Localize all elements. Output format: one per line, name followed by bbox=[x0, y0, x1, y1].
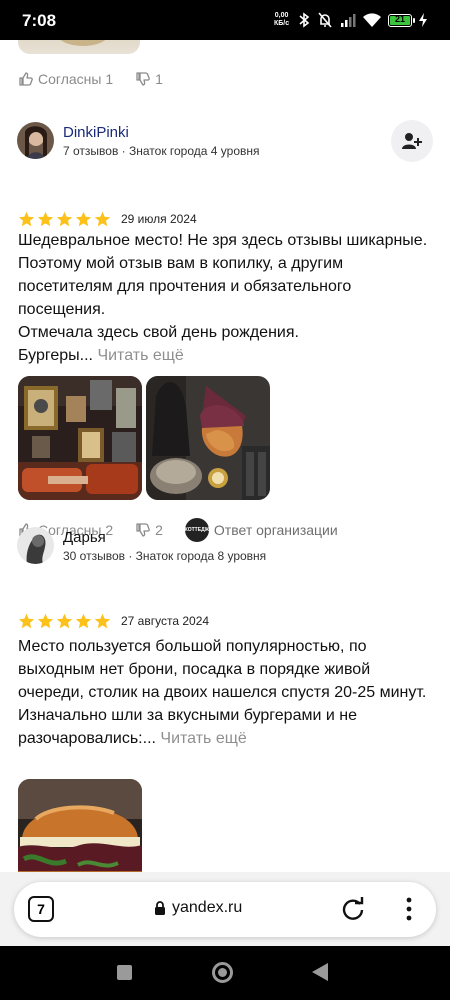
author-name[interactable]: Дарья bbox=[63, 529, 106, 546]
rating-stars: 29 июля 2024 bbox=[18, 211, 197, 227]
reload-icon[interactable] bbox=[340, 896, 366, 922]
signal-icon bbox=[341, 14, 356, 27]
interior-paintings-photo bbox=[18, 376, 142, 500]
url-field[interactable]: yandex.ru bbox=[154, 899, 242, 917]
recents-icon[interactable] bbox=[117, 965, 132, 980]
review-text[interactable]: Шедевральное место! Не зря здесь отзывы … bbox=[18, 229, 438, 367]
home-icon[interactable] bbox=[212, 962, 233, 983]
charging-icon bbox=[419, 13, 427, 27]
star-icon bbox=[37, 613, 54, 629]
star-icon bbox=[37, 211, 54, 227]
bluetooth-icon bbox=[299, 12, 310, 28]
read-more-link[interactable]: Читать ещё bbox=[160, 730, 246, 747]
review-photo[interactable] bbox=[18, 376, 142, 500]
burger-photo bbox=[18, 779, 142, 872]
org-logo: КОТТЕДЖ bbox=[184, 518, 209, 542]
address-bar[interactable]: 7 yandex.ru bbox=[14, 882, 436, 937]
star-icon bbox=[75, 211, 92, 227]
star-icon bbox=[94, 211, 111, 227]
review-photo[interactable] bbox=[18, 779, 142, 872]
reviews-feed[interactable]: Согласны 1 1 DinkiPinki 7 отзывов · Знат… bbox=[0, 40, 450, 872]
add-user-icon bbox=[402, 133, 422, 149]
review-date: 29 июля 2024 bbox=[121, 212, 197, 226]
clock: 7:08 bbox=[22, 11, 57, 30]
star-icon bbox=[18, 211, 35, 227]
dislike-button[interactable]: 1 bbox=[135, 71, 163, 87]
star-icon bbox=[94, 613, 111, 629]
read-more-link[interactable]: Читать ещё bbox=[97, 347, 183, 364]
subscribe-button[interactable] bbox=[391, 120, 433, 162]
agree-button[interactable]: Согласны 1 bbox=[18, 71, 113, 87]
more-menu-icon[interactable] bbox=[406, 896, 412, 922]
review-paragraph: Отмечала здесь свой день рождения. bbox=[18, 324, 299, 341]
thumbs-down-icon bbox=[136, 523, 150, 537]
author-meta: 30 отзывов · Знаток города 8 уровня bbox=[63, 549, 267, 563]
battery-icon: 21 bbox=[388, 14, 415, 27]
avatar[interactable] bbox=[17, 122, 54, 159]
tabs-button[interactable]: 7 bbox=[28, 896, 54, 922]
review-date: 27 августа 2024 bbox=[121, 614, 210, 628]
previous-review-reactions: Согласны 1 1 bbox=[18, 71, 185, 87]
review-paragraph: Место пользуется большой популярностью, … bbox=[18, 638, 427, 701]
status-bar: 7:08 0,00 КБ/с 21 bbox=[0, 0, 450, 40]
previous-review-photo[interactable] bbox=[18, 40, 140, 54]
thumbs-down-icon bbox=[136, 72, 150, 86]
author-name[interactable]: DinkiPinki bbox=[63, 124, 129, 141]
avatar[interactable] bbox=[17, 527, 54, 564]
dislike-button[interactable]: 2 bbox=[135, 522, 163, 538]
star-icon bbox=[56, 211, 73, 227]
star-icon bbox=[18, 613, 35, 629]
star-icon bbox=[75, 613, 92, 629]
author-meta: 7 отзывов · Знаток города 4 уровня bbox=[63, 144, 260, 158]
review-paragraph: Шедевральное место! Не зря здесь отзывы … bbox=[18, 232, 428, 318]
star-icon bbox=[56, 613, 73, 629]
lock-icon bbox=[155, 900, 165, 915]
rating-stars: 27 августа 2024 bbox=[18, 613, 209, 629]
gnome-decor-photo bbox=[146, 376, 270, 500]
review-photo[interactable] bbox=[146, 376, 270, 500]
system-nav-bar bbox=[0, 946, 450, 1000]
review-text[interactable]: Место пользуется большой популярностью, … bbox=[18, 635, 438, 750]
review-paragraph: Бургеры... Читать ещё bbox=[18, 347, 184, 364]
review-paragraph: Изначально шли за вкусными бургерами и н… bbox=[18, 707, 357, 747]
net-speed: 0,00 КБ/с bbox=[274, 12, 290, 27]
wifi-icon bbox=[363, 13, 381, 27]
mute-bell-icon bbox=[318, 12, 332, 28]
org-reply-button[interactable]: КОТТЕДЖ Ответ организации bbox=[184, 518, 338, 542]
thumbs-up-icon bbox=[19, 72, 33, 86]
back-icon[interactable] bbox=[312, 963, 328, 981]
